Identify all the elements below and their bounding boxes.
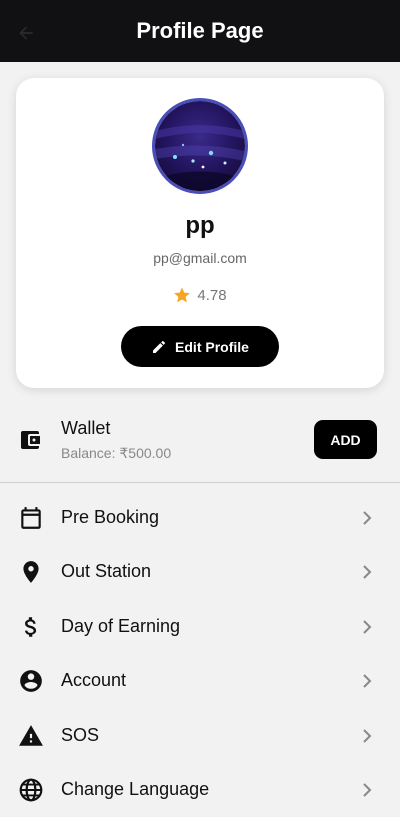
menu-item-label: Pre Booking xyxy=(61,507,160,527)
account-circle-icon xyxy=(20,670,42,693)
location-pin-icon xyxy=(23,561,39,584)
rating: 4.78 xyxy=(16,286,384,304)
wallet-title: Wallet xyxy=(61,418,111,438)
dollar-icon xyxy=(25,617,37,637)
wallet-balance: Balance: ₹500.00 xyxy=(61,445,172,461)
app-bar: Profile Page xyxy=(0,0,400,62)
chevron-right-icon xyxy=(363,565,372,580)
arrow-back-icon xyxy=(19,26,33,40)
avatar-image xyxy=(155,101,245,191)
star-icon xyxy=(174,287,191,303)
profile-name: pp xyxy=(185,212,215,239)
menu-item-label: Change Language xyxy=(61,778,210,799)
menu-item-label: Day of Earning xyxy=(61,615,181,636)
globe-icon xyxy=(19,778,43,802)
menu-item-label: Out Station xyxy=(61,561,152,582)
calendar-icon xyxy=(21,507,41,529)
warning-icon xyxy=(19,724,43,746)
edit-profile-button[interactable]: Edit Profile xyxy=(121,326,279,367)
rating-value: 4.78 xyxy=(197,286,227,304)
chevron-right-icon xyxy=(363,728,372,743)
menu-item-change-language[interactable]: Change Language xyxy=(0,763,400,817)
avatar[interactable] xyxy=(152,98,248,194)
menu-item-day-of-earning[interactable]: Day of Earning xyxy=(0,600,400,654)
divider xyxy=(0,482,400,483)
chevron-right-icon xyxy=(363,783,372,797)
edit-profile-label: Edit Profile xyxy=(175,338,249,355)
menu-item-out-station[interactable]: Out Station xyxy=(0,545,400,599)
wallet-row: Wallet Balance: ₹500.00 ADD xyxy=(0,408,400,480)
menu-list: Pre Booking Out Station Day of Earning A… xyxy=(0,491,400,817)
menu-item-pre-booking[interactable]: Pre Booking xyxy=(0,491,400,545)
profile-card: pp pp@gmail.com 4.78 Edit Profile xyxy=(16,78,384,388)
page-title: Profile Page xyxy=(136,18,264,43)
menu-item-label: SOS xyxy=(61,724,100,745)
profile-email: pp@gmail.com xyxy=(153,250,247,266)
menu-item-sos[interactable]: SOS xyxy=(0,709,400,763)
chevron-right-icon xyxy=(363,674,372,688)
wallet-icon xyxy=(21,431,40,449)
back-button[interactable] xyxy=(14,21,38,45)
pencil-icon xyxy=(153,340,166,353)
chevron-right-icon xyxy=(363,511,372,525)
wallet-add-button[interactable]: ADD xyxy=(314,420,377,459)
menu-item-label: Account xyxy=(61,670,127,691)
chevron-right-icon xyxy=(363,620,372,634)
menu-item-account[interactable]: Account xyxy=(0,654,400,708)
